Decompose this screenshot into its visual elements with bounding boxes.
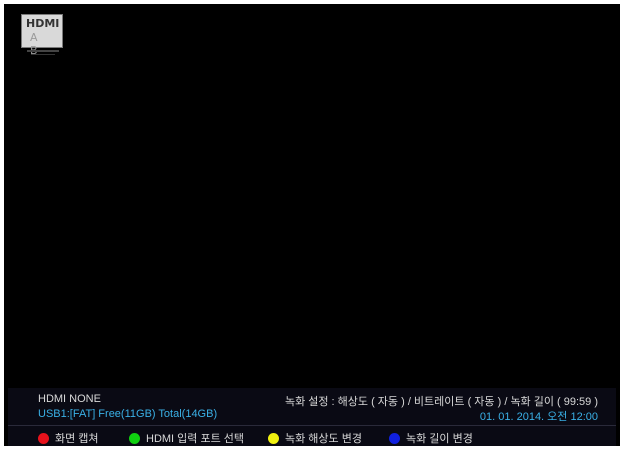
hdmi-input-select-label: HDMI 입력 포트 선택 [146,433,244,445]
yellow-circle-icon [268,432,279,444]
status-row: HDMI NONE USB1:[FAT] Free(11GB) Total(14… [8,388,616,426]
color-button-row: 화면 캡쳐 HDMI 입력 포트 선택 녹화 해상도 변경 녹화 길이 변경 [8,428,616,446]
red-circle-icon [38,432,49,444]
monitor-stand [27,50,59,52]
capture-screen-button[interactable]: 화면 캡쳐 [38,430,99,446]
tv-screen: HDMI A B HDMI NONE USB1:[FAT] Free(11GB)… [4,4,620,446]
monitor-base [31,54,55,55]
blue-circle-icon [389,432,400,444]
record-resolution-button[interactable]: 녹화 해상도 변경 [268,430,362,446]
record-settings: 녹화 설정 : 해상도 ( 자동 ) / 비트레이트 ( 자동 ) / 녹화 길… [284,396,598,408]
divider [8,425,616,426]
hdmi-badge-box: HDMI A B [21,14,63,57]
usb-status: USB1:[FAT] Free(11GB) Total(14GB) [38,408,218,420]
hdmi-source-icon: HDMI A B [21,14,65,57]
hdmi-status: HDMI NONE [38,393,101,405]
record-length-label: 녹화 길이 변경 [406,433,473,445]
datetime: 01. 01. 2014. 오전 12:00 [479,411,598,423]
record-length-button[interactable]: 녹화 길이 변경 [389,430,473,446]
info-bar: HDMI NONE USB1:[FAT] Free(11GB) Total(14… [8,388,616,446]
hdmi-input-select-button[interactable]: HDMI 입력 포트 선택 [129,430,244,446]
hdmi-logo: HDMI [26,17,60,30]
green-circle-icon [129,432,140,444]
record-resolution-label: 녹화 해상도 변경 [285,433,362,445]
capture-screen-label: 화면 캡쳐 [55,433,99,445]
